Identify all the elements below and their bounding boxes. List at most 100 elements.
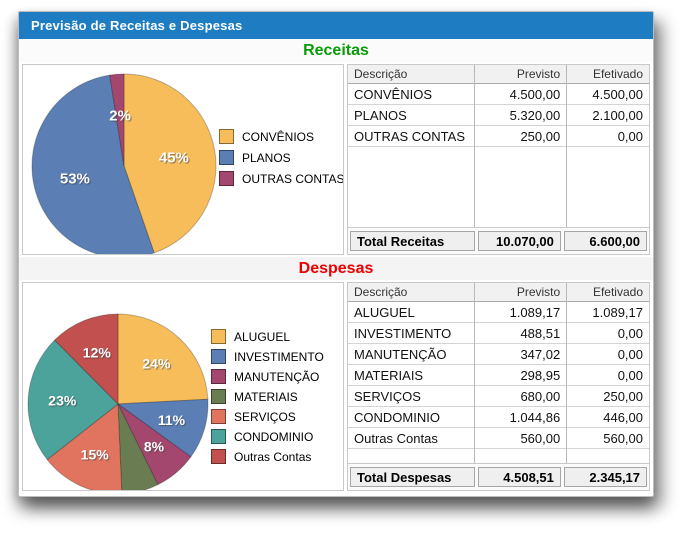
- cell-previsto: 298,95: [474, 365, 566, 386]
- despesas-table: Descrição Previsto Efetivado ALUGUEL 1.08…: [348, 283, 649, 449]
- receitas-section-header: Receitas: [19, 39, 653, 62]
- pie-percent-label: 23%: [48, 393, 77, 409]
- table-row: OUTRAS CONTAS250,000,00: [348, 126, 649, 147]
- cell-previsto: 560,00: [474, 428, 566, 449]
- cell-efetivado: 1.089,17: [566, 302, 649, 323]
- receitas-total-previsto: 10.070,00: [478, 231, 561, 251]
- receitas-total-efetivado: 6.600,00: [564, 231, 647, 251]
- page-background: Previsão de Receitas e Despesas Receitas…: [0, 0, 691, 533]
- legend-item: CONDOMINIO: [211, 429, 324, 444]
- despesas-legend: ALUGUEL INVESTIMENTO MANUTENÇÃO MATERIAIS SE…: [211, 329, 324, 469]
- cell-desc: PLANOS: [348, 105, 474, 126]
- cell-desc: MATERIAIS: [348, 365, 474, 386]
- column-divider: [566, 65, 567, 227]
- cell-desc: SERVIÇOS: [348, 386, 474, 407]
- legend-item: MATERIAIS: [211, 389, 324, 404]
- column-divider: [566, 283, 567, 463]
- cell-efetivado: 446,00: [566, 407, 649, 428]
- table-row: PLANOS5.320,002.100,00: [348, 105, 649, 126]
- col-header-descricao: Descrição: [348, 283, 474, 302]
- legend-label: SERVIÇOS: [234, 410, 296, 424]
- col-header-efetivado: Efetivado: [566, 65, 649, 84]
- cell-desc: ALUGUEL: [348, 302, 474, 323]
- cell-efetivado: 0,00: [566, 344, 649, 365]
- cell-previsto: 250,00: [474, 126, 566, 147]
- receitas-pie-chart: 45%53%2%: [31, 73, 217, 255]
- pie-percent-label: 11%: [158, 412, 186, 428]
- despesas-total-previsto: 4.508,51: [478, 467, 561, 487]
- legend-item: OUTRAS CONTAS: [219, 171, 344, 186]
- table-row: ALUGUEL1.089,171.089,17: [348, 302, 649, 323]
- table-row: SERVIÇOS680,00250,00: [348, 386, 649, 407]
- cell-desc: INVESTIMENTO: [348, 323, 474, 344]
- cell-efetivado: 0,00: [566, 323, 649, 344]
- legend-label: OUTRAS CONTAS: [242, 172, 344, 186]
- app-window: Previsão de Receitas e Despesas Receitas…: [18, 11, 654, 497]
- pie-percent-label: 24%: [142, 356, 171, 372]
- despesas-section-header: Despesas: [19, 257, 653, 280]
- legend-item: MANUTENÇÃO: [211, 369, 324, 384]
- cell-efetivado: 560,00: [566, 428, 649, 449]
- legend-swatch: [211, 429, 226, 444]
- receitas-table-panel: Descrição Previsto Efetivado CONVÊNIOS4.…: [347, 64, 650, 255]
- receitas-total-row: Total Receitas 10.070,00 6.600,00: [348, 227, 649, 254]
- legend-item: ALUGUEL: [211, 329, 324, 344]
- receitas-section: 45%53%2% CONVÊNIOSPLANOSOUTRAS CONTAS De…: [19, 62, 653, 257]
- pie-percent-label: 8%: [144, 439, 165, 455]
- legend-swatch: [211, 349, 226, 364]
- table-header-row: Descrição Previsto Efetivado: [348, 283, 649, 302]
- table-row: CONDOMINIO1.044,86446,00: [348, 407, 649, 428]
- cell-desc: OUTRAS CONTAS: [348, 126, 474, 147]
- cell-efetivado: 0,00: [566, 126, 649, 147]
- col-header-previsto: Previsto: [474, 283, 566, 302]
- legend-swatch: [211, 369, 226, 384]
- window-titlebar: Previsão de Receitas e Despesas: [19, 12, 653, 39]
- cell-previsto: 347,02: [474, 344, 566, 365]
- cell-previsto: 5.320,00: [474, 105, 566, 126]
- col-header-previsto: Previsto: [474, 65, 566, 84]
- cell-desc: Outras Contas: [348, 428, 474, 449]
- despesas-total-row: Total Despesas 4.508,51 2.345,17: [348, 463, 649, 490]
- legend-label: ALUGUEL: [234, 330, 290, 344]
- cell-desc: CONDOMINIO: [348, 407, 474, 428]
- legend-label: INVESTIMENTO: [234, 350, 324, 364]
- legend-item: CONVÊNIOS: [219, 129, 344, 144]
- receitas-table: Descrição Previsto Efetivado CONVÊNIOS4.…: [348, 65, 649, 147]
- legend-swatch: [211, 409, 226, 424]
- table-row: Outras Contas560,00560,00: [348, 428, 649, 449]
- cell-previsto: 680,00: [474, 386, 566, 407]
- legend-label: CONVÊNIOS: [242, 130, 314, 144]
- despesas-total-label: Total Despesas: [350, 467, 475, 487]
- legend-swatch: [219, 129, 234, 144]
- legend-swatch: [211, 329, 226, 344]
- col-header-efetivado: Efetivado: [566, 283, 649, 302]
- cell-desc: CONVÊNIOS: [348, 84, 474, 105]
- legend-label: Outras Contas: [234, 450, 311, 464]
- legend-item: Outras Contas: [211, 449, 324, 464]
- table-header-row: Descrição Previsto Efetivado: [348, 65, 649, 84]
- legend-item: SERVIÇOS: [211, 409, 324, 424]
- receitas-legend: CONVÊNIOSPLANOSOUTRAS CONTAS: [219, 129, 344, 192]
- column-divider: [474, 65, 475, 227]
- table-row: MATERIAIS298,950,00: [348, 365, 649, 386]
- pie-percent-label: 53%: [60, 170, 90, 187]
- pie-percent-label: 15%: [81, 447, 110, 463]
- receitas-chart-panel: 45%53%2% CONVÊNIOSPLANOSOUTRAS CONTAS: [22, 64, 344, 255]
- receitas-total-label: Total Receitas: [350, 231, 475, 251]
- cell-efetivado: 4.500,00: [566, 84, 649, 105]
- table-row: CONVÊNIOS4.500,004.500,00: [348, 84, 649, 105]
- cell-previsto: 4.500,00: [474, 84, 566, 105]
- pie-percent-label: 12%: [83, 344, 112, 360]
- cell-efetivado: 2.100,00: [566, 105, 649, 126]
- legend-swatch: [219, 150, 234, 165]
- legend-swatch: [219, 171, 234, 186]
- despesas-table-panel: Descrição Previsto Efetivado ALUGUEL 1.08…: [347, 282, 650, 491]
- table-row: MANUTENÇÃO347,020,00: [348, 344, 649, 365]
- cell-efetivado: 0,00: [566, 365, 649, 386]
- legend-swatch: [211, 449, 226, 464]
- legend-label: CONDOMINIO: [234, 430, 313, 444]
- legend-label: MANUTENÇÃO: [234, 370, 319, 384]
- cell-previsto: 488,51: [474, 323, 566, 344]
- despesas-section: 24%11%8%15%23%12% ALUGUELINVESTIMENTOMAN…: [19, 280, 653, 493]
- receitas-rows-area: Descrição Previsto Efetivado CONVÊNIOS4.…: [348, 65, 649, 227]
